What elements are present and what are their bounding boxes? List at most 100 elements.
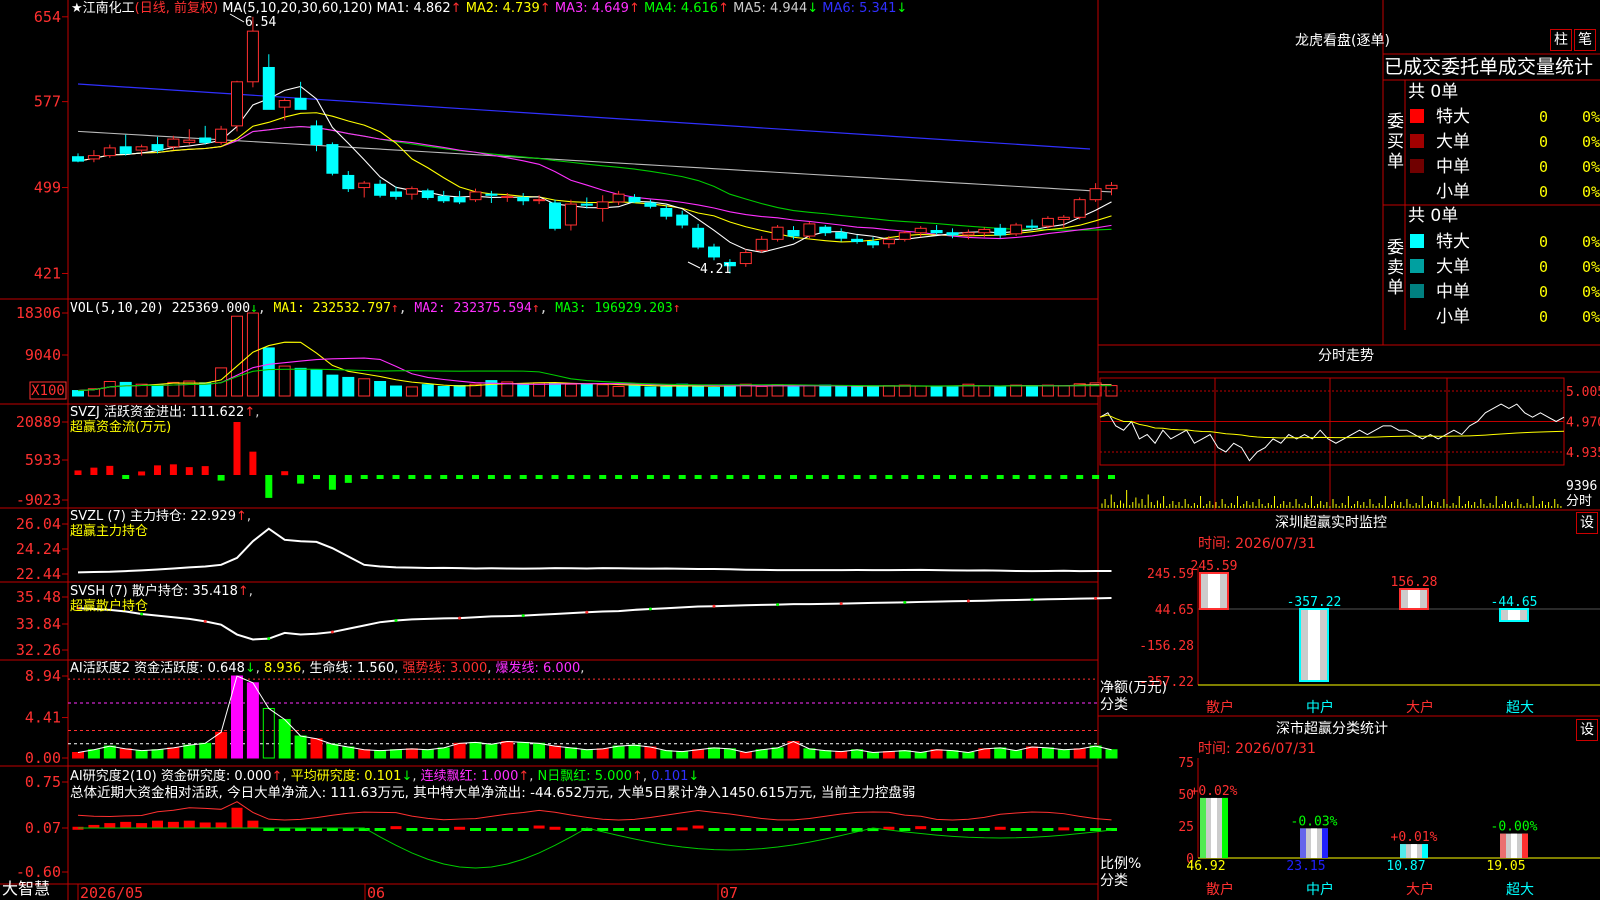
ai-active-bar [676,751,689,759]
svzj-bar [742,475,750,479]
svzj-bar [313,475,320,480]
candle-body [72,156,84,162]
intraday-unit-label: 分时 [1566,494,1592,509]
svzj-bar [328,475,336,490]
volume-bar [1010,384,1023,397]
class-category: 中户 [1306,881,1334,898]
svzj-title: 超赢资金流(万元) [70,420,172,435]
svzj-bar [138,471,146,476]
ai-research-bar [660,828,672,831]
ai-research-bar [899,828,911,831]
svzj-bar [169,464,177,475]
ai-active-bar [326,743,339,759]
ai-research-bar [772,828,784,831]
sell-row-name: 小单 [1436,307,1470,327]
ai-active-bar [358,749,371,759]
ai-active-y-label: 4.41 [25,709,61,727]
svzj-bar [281,471,289,476]
svzj-bar [964,475,972,479]
ma-arrow-5-icon: ↓ [807,1,823,16]
svzj-bar [821,475,829,479]
class-value-label: 19.05 [1486,859,1525,874]
candle-body [310,125,323,146]
svzl-header: SVZL (7) 主力持仓: 22.929↑, [70,509,252,524]
chart-workspace[interactable]: 654 577 499 421 6.54 4.21 18306 9040 X100 20889 59… [0,0,1600,900]
svzj-bar [837,475,845,479]
volume-ma2-up-icon: ↑ [531,301,540,316]
monitor-bar-label: 245.59 [1191,559,1238,574]
sell-side-label: 委卖单 [1387,238,1404,298]
volume-bar [374,380,387,397]
favorite-star-icon[interactable]: ★ [71,1,83,16]
class-category: 超大 [1506,882,1534,898]
ai-active-bar [962,751,975,759]
candle-body [1057,216,1070,220]
ai-research-bar [167,821,179,828]
ai-active-bar [183,744,196,759]
candle-body [851,238,864,243]
ai-active-down-icon: ↓ [244,661,256,676]
svzj-bar [297,475,305,484]
candle-body [374,183,387,196]
svzj-bar [535,475,543,479]
candle-body [803,223,816,237]
buy-row-count: 0 [1539,183,1548,201]
buy-row-swatch [1410,109,1424,123]
ai-research-bar [199,822,211,828]
intraday-avg-line [1099,414,1565,439]
svzl-line [77,527,1112,574]
svzj-bar [662,475,670,479]
candle-body [914,227,927,234]
svzj-bar [376,475,384,479]
chart-mode[interactable]: (日线, 前复权) [135,1,218,16]
ai-active-bar [628,744,641,759]
ai-active-bar [867,751,879,759]
bar-view-button[interactable]: 柱 [1550,29,1572,51]
sz-class-ylabel: 比例% [1100,856,1142,872]
tick-view-button[interactable]: 笔 [1574,29,1596,51]
app-logo[interactable]: 大智慧 [2,880,50,898]
ai-research-bar [565,828,577,832]
ai-research-bar [724,828,736,831]
svzj-y-label: -9023 [16,491,61,509]
monitor-bar-highlight [1208,574,1220,609]
svzj-bar [901,475,909,479]
ai-active-bar [1057,749,1070,759]
candle-body [103,147,116,157]
ai-research-summary: 总体近期大资金相对活跃, 今日大单净流入: 111.63万元, 其中特大单净流出… [70,785,916,801]
candle-body [1026,225,1038,228]
ai-research-last: 0.101 [651,769,689,784]
svzl-y-label: 24.24 [16,540,61,558]
candle-body [1073,199,1086,218]
ai-active-bar [1089,745,1102,759]
ai-active-bar [469,741,482,759]
sz-class-settings-button[interactable]: 设 [1576,719,1598,741]
volume-bar [708,386,720,397]
svzl-label: SVZL (7) 主力持仓: 22.929 [70,509,236,524]
ai-research-bar [708,828,720,831]
ai-active-bar [246,682,259,759]
ma-value-6: MA6: 5.341 [822,1,897,16]
svzj-bar [1044,475,1052,479]
sell-row-name: 大单 [1436,257,1470,277]
sell-row-count: 0 [1539,233,1548,251]
volume-bar [644,386,657,397]
ma-value-5: MA5: 4.944 [733,1,808,16]
class-category: 大户 [1406,881,1434,898]
candle-body [692,227,705,248]
svsh-marker [394,619,398,623]
ai-active-bar [390,749,402,759]
sell-row-name: 中单 [1436,282,1470,302]
sz-monitor-settings-button[interactable]: 设 [1576,512,1598,534]
stock-name: 江南化工 [82,1,135,16]
candle-body [708,246,720,258]
buy-row-swatch [1410,159,1424,173]
volume-bar [882,385,895,397]
candle-body [835,232,848,239]
volume-bar [549,382,561,397]
volume-header: VOL(5,10,20) 225369.000↓, MA1: 232532.79… [70,301,681,316]
volume-bar [930,386,943,397]
sell-row-swatch [1410,259,1424,273]
ai-research-bar [533,825,545,829]
candle-body [962,232,975,236]
